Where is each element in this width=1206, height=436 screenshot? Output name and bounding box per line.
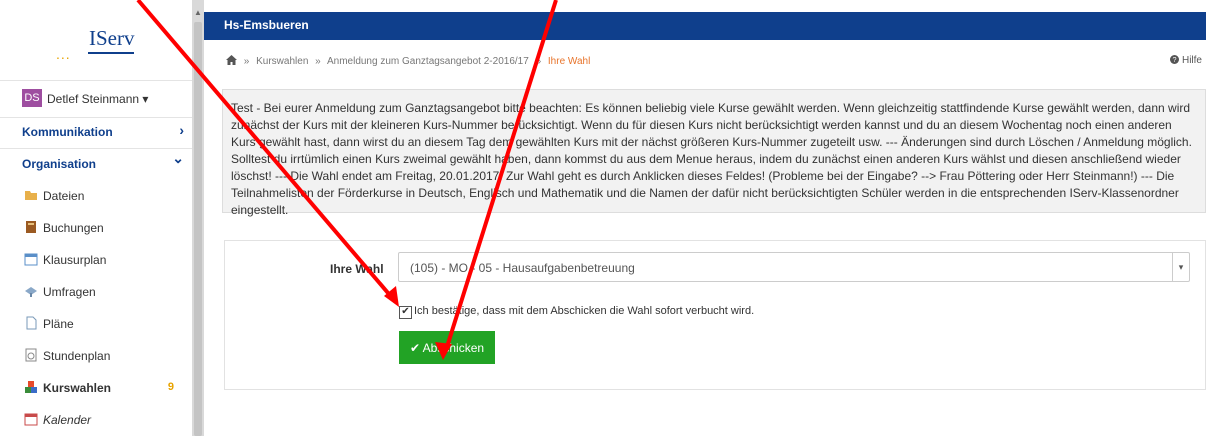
section-label: Organisation: [22, 157, 97, 171]
breadcrumb-separator: »: [243, 56, 250, 67]
breadcrumb-current: Ihre Wahl: [547, 56, 591, 67]
sidebar-item-kurswahlen[interactable]: Kurswahlen 9: [0, 372, 192, 404]
sidebar-section-kommunikation[interactable]: Kommunikation ›: [0, 116, 192, 149]
calendar-icon: [24, 253, 38, 266]
home-icon[interactable]: [226, 55, 237, 65]
sidebar-item-buchungen[interactable]: Buchungen: [0, 212, 192, 244]
sidebar-item-label: Kurswahlen: [43, 381, 112, 395]
sidebar-item-klausurplan[interactable]: Klausurplan: [0, 244, 192, 276]
survey-icon: [25, 287, 37, 297]
scrollbar-thumb[interactable]: [194, 22, 202, 436]
logo-dots: ...: [56, 46, 71, 62]
sidebar-item-label: Dateien: [43, 189, 85, 203]
logo-underline: [88, 52, 134, 54]
help-label: Hilfe: [1181, 55, 1202, 66]
select-value: (105) - MO - 05 - Hausaufgabenbetreuung: [410, 261, 635, 275]
confirm-label[interactable]: Ich bestätige, dass mit dem Abschicken d…: [414, 305, 754, 317]
breadcrumb-link[interactable]: Anmeldung zum Ganztagsangebot 2-2016/17: [327, 56, 529, 67]
sidebar-scrollbar[interactable]: ▲: [192, 0, 204, 436]
sidebar: ... IServ DS Detlef Steinmann ▾ Kommunik…: [0, 0, 192, 436]
page-title: Hs-Emsbueren: [224, 18, 309, 32]
user-name[interactable]: Detlef Steinmann ▾: [47, 92, 148, 106]
help-link[interactable]: ? Hilfe: [1170, 55, 1202, 66]
logo-text: IServ: [89, 26, 135, 50]
breadcrumb-separator: »: [535, 56, 542, 67]
sidebar-item-label: Klausurplan: [43, 253, 107, 267]
confirm-checkbox[interactable]: ✔: [399, 306, 412, 319]
breadcrumb: » Kurswahlen » Anmeldung zum Ganztagsang…: [226, 55, 590, 67]
sidebar-item-stundenplan[interactable]: Stundenplan: [0, 340, 192, 372]
count-badge: 9: [167, 381, 174, 393]
sidebar-item-label: Pläne: [43, 317, 74, 331]
course-select[interactable]: (105) - MO - 05 - Hausaufgabenbetreuung …: [398, 252, 1190, 282]
check-icon: ✔: [409, 340, 420, 355]
info-notice[interactable]: Test - Bei eurer Anmeldung zum Ganztagsa…: [222, 89, 1206, 217]
document-icon: [26, 316, 37, 330]
breadcrumb-separator: »: [315, 56, 321, 67]
scroll-up-icon[interactable]: ▲: [194, 8, 202, 17]
calendar-icon: [24, 413, 38, 426]
sidebar-item-label: Kalender: [43, 413, 92, 427]
sidebar-item-label: Buchungen: [43, 221, 104, 235]
svg-text:?: ?: [1173, 55, 1177, 64]
timetable-icon: [25, 348, 37, 362]
book-icon: [26, 221, 36, 233]
sidebar-section-organisation[interactable]: Organisation ⌄: [0, 148, 192, 180]
sidebar-item-label: Stundenplan: [43, 349, 111, 363]
folder-icon: [25, 191, 37, 200]
blocks-icon: [25, 381, 37, 393]
chevron-right-icon: ›: [179, 122, 184, 138]
submit-label: Abschicken: [422, 340, 485, 355]
header-bar: Hs-Emsbueren: [204, 12, 1206, 40]
avatar: DS: [22, 89, 42, 107]
notice-text: Test - Bei eurer Anmeldung zum Ganztagsa…: [231, 101, 1192, 217]
sidebar-item-kalender[interactable]: Kalender: [0, 404, 192, 436]
sidebar-item-umfragen[interactable]: Umfragen: [0, 276, 192, 308]
breadcrumb-link[interactable]: Kurswahlen: [256, 56, 308, 67]
submit-button[interactable]: ✔ Abschicken: [399, 331, 495, 364]
wahl-label: Ihre Wahl: [330, 262, 384, 276]
help-icon: ?: [1170, 55, 1180, 64]
section-label: Kommunikation: [22, 125, 113, 139]
sidebar-item-label: Umfragen: [43, 285, 96, 299]
sidebar-item-dateien[interactable]: Dateien: [0, 180, 192, 212]
sidebar-item-plaene[interactable]: Pläne: [0, 308, 192, 340]
chevron-down-icon: ▾: [1172, 253, 1189, 281]
chevron-down-icon: ⌄: [172, 150, 184, 166]
user-menu[interactable]: DS Detlef Steinmann ▾: [0, 80, 192, 118]
